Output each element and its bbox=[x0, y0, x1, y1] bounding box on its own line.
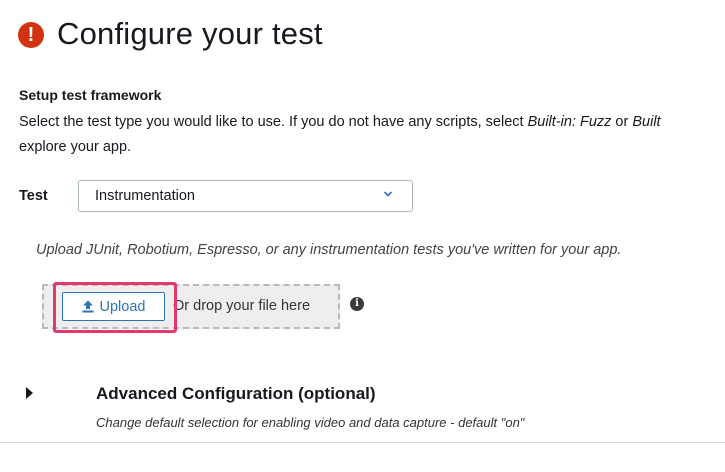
page-header: ! Configure your test bbox=[18, 16, 323, 52]
upload-hint: Upload JUnit, Robotium, Espresso, or any… bbox=[36, 242, 622, 258]
test-type-select[interactable]: Instrumentation bbox=[78, 180, 413, 212]
chevron-down-icon bbox=[384, 191, 392, 197]
advanced-configuration-toggle[interactable]: Advanced Configuration (optional) bbox=[96, 384, 376, 404]
exclamation-circle-icon: ! bbox=[18, 22, 44, 48]
section-divider bbox=[0, 442, 725, 443]
section-description: Select the test type you would like to u… bbox=[19, 110, 725, 160]
dropzone-text: Or drop your file here bbox=[173, 298, 311, 314]
page-title: Configure your test bbox=[57, 16, 323, 51]
test-label: Test bbox=[19, 188, 48, 204]
info-icon[interactable]: i bbox=[350, 297, 364, 311]
description-builtin-truncated: Built bbox=[632, 114, 661, 130]
test-type-selected-value: Instrumentation bbox=[95, 188, 195, 204]
description-builtin-fuzz: Built-in: Fuzz bbox=[527, 114, 612, 130]
configure-test-page: ! Configure your test Setup test framewo… bbox=[0, 0, 725, 472]
advanced-configuration-description: Change default selection for enabling vi… bbox=[96, 415, 525, 430]
upload-icon bbox=[82, 300, 94, 313]
upload-button-label: Upload bbox=[99, 298, 146, 315]
section-heading-setup-framework: Setup test framework bbox=[19, 87, 162, 103]
description-text-1: Select the test type you would like to u… bbox=[19, 114, 528, 130]
upload-button[interactable]: Upload bbox=[62, 292, 165, 321]
description-text-2: or bbox=[611, 114, 633, 130]
description-text-3: explore your app. bbox=[19, 139, 132, 155]
caret-right-icon[interactable] bbox=[26, 387, 33, 399]
